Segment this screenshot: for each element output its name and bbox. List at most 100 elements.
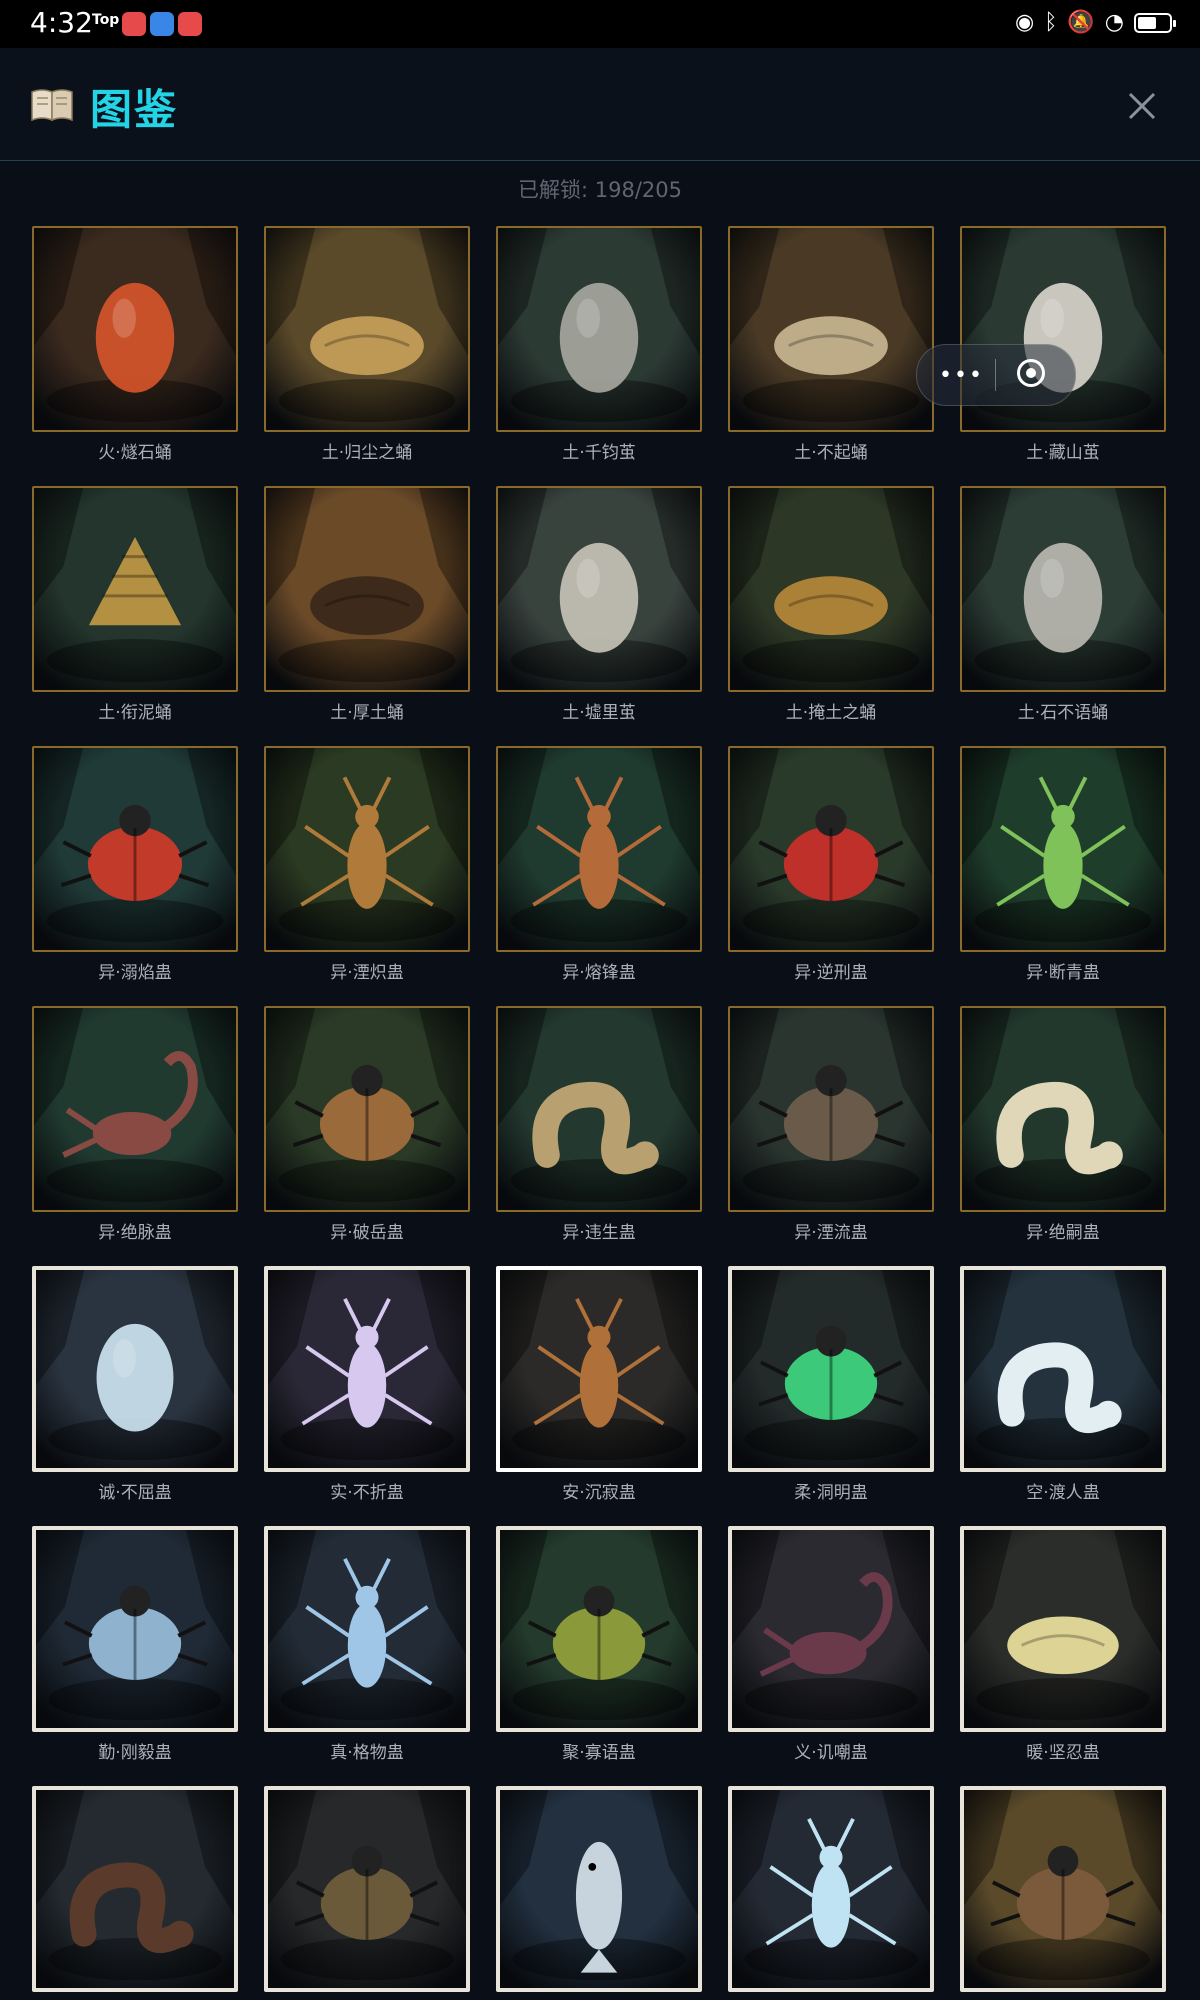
creature-image [32,486,238,692]
creature-image [728,486,934,692]
wifi-icon: ◔ [1104,10,1124,35]
creature-card[interactable]: 异·破岳蛊 [264,1006,472,1243]
book-icon [31,89,73,122]
creature-image [960,746,1166,952]
page-title: 图鉴 [90,85,179,134]
creature-image [728,1266,934,1472]
creature-card[interactable]: 土·归尘之蛹 [264,226,472,463]
creature-image [496,226,702,432]
creature-card[interactable]: 柔·洞明蛊 [728,1266,936,1503]
creature-image [264,746,470,952]
creature-card[interactable]: 暖·坚忍蛊 [960,1526,1168,1763]
more-icon[interactable]: ••• [939,363,984,388]
creature-label: 土·厚土蛹 [330,703,404,723]
creature-image [32,1786,238,1992]
status-time: 4:32 [30,6,93,39]
creature-label: 实·不折蛊 [330,1483,404,1503]
creature-card[interactable] [960,1786,1168,1998]
creature-image [728,1786,934,1992]
creature-card[interactable] [496,1786,704,1998]
creature-image [264,226,470,432]
creature-card[interactable]: 安·沉寂蛊 [496,1266,704,1503]
creature-label: 土·藏山茧 [1026,443,1100,463]
creature-label: 诚·不屈蛊 [98,1483,172,1503]
creature-card[interactable]: 异·湮炽蛊 [264,746,472,983]
creature-label: 土·石不语蛹 [1017,703,1109,723]
creature-label: 暖·坚忍蛊 [1026,1743,1100,1763]
creature-card[interactable]: 土·千钧茧 [496,226,704,463]
close-icon[interactable] [1114,78,1170,134]
creature-label: 安·沉寂蛊 [562,1483,636,1503]
creature-label: 异·湮炽蛊 [330,963,404,983]
creature-image [728,226,934,432]
status-top-badge: Top [92,12,120,28]
notification-icon [122,12,146,36]
creature-card[interactable]: 土·衔泥蛹 [32,486,240,723]
creature-label: 土·墟里茧 [562,703,636,723]
creature-card[interactable]: 异·溺焰蛊 [32,746,240,983]
creature-label: 异·违生蛊 [562,1223,636,1243]
creature-card[interactable]: 土·厚土蛹 [264,486,472,723]
creature-image [32,1266,238,1472]
creature-label: 异·绝嗣蛊 [1026,1223,1100,1243]
app-notification-icon [178,12,202,36]
creature-image [960,1526,1166,1732]
eye-icon: ◉ [1014,10,1035,35]
creature-image [264,1526,470,1732]
creature-card[interactable]: 土·石不语蛹 [960,486,1168,723]
creature-image [496,746,702,952]
creature-image [496,1266,702,1472]
creature-label: 异·逆刑蛊 [794,963,868,983]
creature-card[interactable]: 异·绝嗣蛊 [960,1006,1168,1243]
creature-card[interactable]: 实·不折蛊 [264,1266,472,1503]
creature-image [496,1526,702,1732]
creature-card[interactable]: 异·逆刑蛊 [728,746,936,983]
bluetooth-icon: ᛒ [1044,10,1058,35]
creature-image [32,1526,238,1732]
target-icon[interactable] [1017,359,1045,387]
creature-image [264,486,470,692]
floating-control[interactable]: ••• [916,344,1076,406]
creature-card[interactable]: 真·格物蛊 [264,1526,472,1763]
divider [995,359,996,391]
creature-card[interactable]: 诚·不屈蛊 [32,1266,240,1503]
creature-label: 异·湮流蛊 [794,1223,868,1243]
creature-card[interactable]: 火·燧石蛹 [32,226,240,463]
creature-label: 土·千钧茧 [562,443,636,463]
creature-card[interactable] [728,1786,936,1998]
creature-image [496,486,702,692]
creature-card[interactable]: 异·断青蛊 [960,746,1168,983]
creature-image [728,746,934,952]
creature-label: 聚·寡语蛊 [562,1743,636,1763]
creature-card[interactable]: 土·墟里茧 [496,486,704,723]
creature-card[interactable]: 义·讥嘲蛊 [728,1526,936,1763]
creature-card[interactable]: 异·熔锋蛊 [496,746,704,983]
creature-image [32,1006,238,1212]
creature-label: 异·绝脉蛊 [98,1223,172,1243]
creature-image [496,1786,702,1992]
creature-label: 异·断青蛊 [1026,963,1100,983]
creature-label: 土·不起蛹 [794,443,868,463]
creature-card[interactable]: 聚·寡语蛊 [496,1526,704,1763]
creature-label: 土·掩土之蛹 [785,703,877,723]
creature-card[interactable]: 异·湮流蛊 [728,1006,936,1243]
creature-card[interactable]: 勤·刚毅蛊 [32,1526,240,1763]
creature-label: 空·渡人蛊 [1026,1483,1100,1503]
creature-label: 异·溺焰蛊 [98,963,172,983]
creature-card[interactable]: 异·违生蛊 [496,1006,704,1243]
creature-card[interactable]: 异·绝脉蛊 [32,1006,240,1243]
creature-card[interactable]: 土·不起蛹 [728,226,936,463]
creature-card[interactable]: 土·掩土之蛹 [728,486,936,723]
creature-label: 异·熔锋蛊 [562,963,636,983]
browser-notification-icon [150,12,174,36]
creature-image [264,1006,470,1212]
creature-card[interactable]: 空·渡人蛊 [960,1266,1168,1503]
creature-image [960,1266,1166,1472]
battery-icon [1134,13,1176,33]
creature-image [264,1266,470,1472]
creature-image [32,746,238,952]
mute-icon: 🔕 [1067,10,1095,35]
creature-card[interactable] [264,1786,472,1998]
creature-label: 义·讥嘲蛊 [794,1743,868,1763]
creature-card[interactable] [32,1786,240,1998]
